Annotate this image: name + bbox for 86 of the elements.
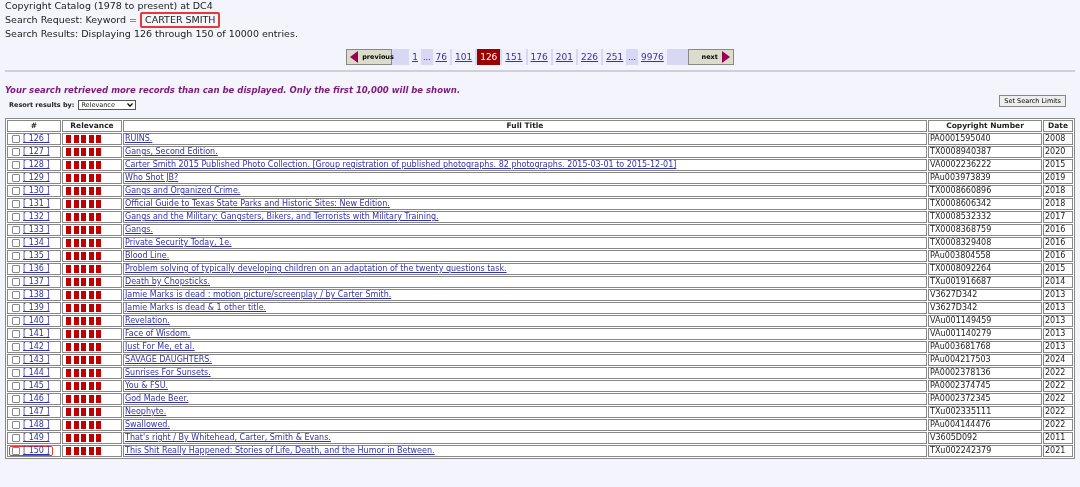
date-cell: 2015 — [1043, 159, 1073, 171]
copyright-number-cell: V3627D342 — [928, 289, 1042, 301]
page-link[interactable]: 151 — [502, 49, 526, 65]
title-link[interactable]: Sunrises For Sunsets. — [125, 368, 211, 377]
title-link[interactable]: Gangs, Second Edition. — [125, 147, 218, 156]
date-cell: 2014 — [1043, 276, 1073, 288]
copyright-number-cell: PA0002374745 — [928, 380, 1042, 392]
copyright-number-cell: PAu003973839 — [928, 172, 1042, 184]
page-link[interactable]: 126 — [477, 49, 501, 65]
copyright-number-cell: TX0008606342 — [928, 198, 1042, 210]
copyright-number-cell: PA0002372345 — [928, 393, 1042, 405]
date-cell: 2016 — [1043, 250, 1073, 262]
date-cell: 2017 — [1043, 211, 1073, 223]
title-link[interactable]: Face of Wisdom. — [125, 329, 191, 338]
copyright-number-cell: VAu001149459 — [928, 315, 1042, 327]
ellipsis: ... — [421, 51, 432, 64]
copyright-number-cell: PA0002378136 — [928, 367, 1042, 379]
date-cell: 2013 — [1043, 302, 1073, 314]
search-keyword: CARTER SMITH — [140, 12, 221, 28]
date-cell: 2013 — [1043, 341, 1073, 353]
copyright-number-cell: PAu004144476 — [928, 419, 1042, 431]
date-cell: 2022 — [1043, 419, 1073, 431]
title-link[interactable]: Who Shot JB? — [125, 173, 179, 182]
copyright-number-cell: TX0008660896 — [928, 185, 1042, 197]
copyright-number-cell: TXu002242379 — [928, 445, 1042, 457]
date-cell: 2021 — [1043, 445, 1073, 457]
copyright-number-cell: TXu001916687 — [928, 276, 1042, 288]
title-link[interactable]: SAVAGE DAUGHTERS. — [125, 355, 212, 364]
copyright-number-cell: V3627D342 — [928, 302, 1042, 314]
copyright-number-cell: TX0008329408 — [928, 237, 1042, 249]
title-link[interactable]: Neophyte. — [125, 407, 167, 416]
title-link[interactable]: Jamie Marks is dead & 1 other title. — [125, 303, 267, 312]
title-link[interactable]: Private Security Today, 1e. — [125, 238, 232, 247]
date-cell: 2020 — [1043, 146, 1073, 158]
title-link[interactable]: RUINS. — [125, 134, 153, 143]
title-link[interactable]: That's right / By Whitehead, Carter, Smith & Evans. — [125, 433, 331, 442]
date-cell: 2022 — [1043, 380, 1073, 392]
date-cell: 2013 — [1043, 328, 1073, 340]
date-cell: 2018 — [1043, 185, 1073, 197]
page-link[interactable]: 9976 — [637, 49, 667, 65]
copyright-number-cell: TX0008532332 — [928, 211, 1042, 223]
title-link[interactable]: Swallowed. — [125, 420, 170, 429]
page-link[interactable]: 201 — [552, 49, 576, 65]
date-cell: 2024 — [1043, 354, 1073, 366]
copyright-number-cell: TX0008940387 — [928, 146, 1042, 158]
copyright-number-cell: TXu002335111 — [928, 406, 1042, 418]
copyright-number-cell: V3605D092 — [928, 432, 1042, 444]
title-link[interactable]: Gangs and Organized Crime. — [125, 186, 241, 195]
page-link[interactable]: 1 — [409, 49, 421, 65]
title-link[interactable]: Just For Me, et al. — [125, 342, 195, 351]
title-link[interactable]: Gangs. — [125, 225, 153, 234]
page-link[interactable]: 176 — [527, 49, 551, 65]
date-cell: 2018 — [1043, 198, 1073, 210]
catalog-title: Copyright Catalog (1978 to present) at DC4 — [5, 0, 213, 12]
date-cell: 2019 — [1043, 172, 1073, 184]
date-cell: 2022 — [1043, 393, 1073, 405]
date-cell: 2016 — [1043, 237, 1073, 249]
ellipsis: ... — [627, 51, 637, 64]
date-cell: 2016 — [1043, 224, 1073, 236]
date-cell: 2022 — [1043, 406, 1073, 418]
date-cell: 2008 — [1043, 133, 1073, 145]
title-link[interactable]: Blood Line. — [125, 251, 170, 260]
title-link[interactable]: You & FSU. — [125, 381, 169, 390]
search-results-summary: Search Results: Displaying 126 through 150 of 10000 entries. — [5, 28, 298, 40]
title-link[interactable]: Revelation. — [125, 316, 170, 325]
date-cell: 2013 — [1043, 289, 1073, 301]
date-cell: 2011 — [1043, 432, 1073, 444]
copyright-number-cell: PA0001595040 — [928, 133, 1042, 145]
page-link[interactable]: 226 — [577, 49, 602, 65]
date-cell: 2022 — [1043, 367, 1073, 379]
copyright-number-cell: TX0008092264 — [928, 263, 1042, 275]
results-limit-notice: Your search retrieved more records than can be displayed. Only the first 10,000 will be shown. — [5, 85, 462, 95]
page-link[interactable]: 101 — [452, 49, 476, 65]
title-link[interactable]: Death by Chopsticks. — [125, 277, 210, 286]
copyright-number-cell: PAu003804558 — [928, 250, 1042, 262]
page-link[interactable]: 251 — [603, 49, 627, 65]
copyright-number-cell: TX0008368759 — [928, 224, 1042, 236]
date-cell: 2015 — [1043, 263, 1073, 275]
copyright-number-cell: PAu003681768 — [928, 341, 1042, 353]
search-request-label: Search Request: Keyword = — [5, 14, 138, 26]
copyright-number-cell: VAu001140279 — [928, 328, 1042, 340]
copyright-number-cell: PAu004217503 — [928, 354, 1042, 366]
title-link[interactable]: God Made Beer. — [125, 394, 189, 403]
copyright-number-cell: VA0002236222 — [928, 159, 1042, 171]
page-link[interactable]: 76 — [432, 49, 450, 65]
date-cell: 2013 — [1043, 315, 1073, 327]
